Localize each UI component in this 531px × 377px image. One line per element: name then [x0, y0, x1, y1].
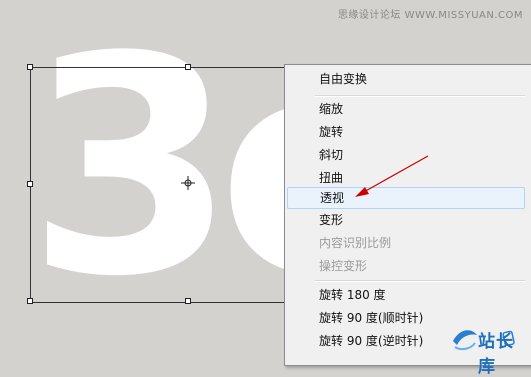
menu-item-perspective[interactable]: 透视 — [287, 187, 525, 209]
menu-item-puppet-warp: 操控变形 — [319, 259, 368, 273]
transform-handle-middle-left[interactable] — [27, 181, 33, 187]
transform-handle-top-left[interactable] — [27, 64, 33, 70]
menu-item-rotate[interactable]: 旋转 — [287, 121, 525, 143]
menu-separator — [315, 95, 525, 97]
logo-text: 站长 库 — [478, 332, 514, 377]
menu-item-rotate-180[interactable]: 旋转 180 度 — [287, 284, 525, 306]
pivot-point-icon[interactable] — [181, 176, 195, 190]
menu-item-scale[interactable]: 缩放 — [287, 98, 525, 120]
menu-item-skew[interactable]: 斜切 — [287, 144, 525, 166]
context-menu: 自由变换 缩放 旋转 斜切 扭曲 透视 变形 内容识别比例 操控变形 旋转 18… — [284, 64, 531, 366]
transform-handle-bottom-center[interactable] — [185, 298, 191, 304]
menu-item-warp[interactable]: 变形 — [287, 209, 525, 231]
watermark-text: 思缘设计论坛 WWW.MISSYUAN.COM — [337, 10, 523, 21]
menu-item-content-aware-scale: 内容识别比例 — [319, 236, 392, 250]
menu-item-free-transform[interactable]: 自由变换 — [287, 68, 525, 90]
menu-item-distort[interactable]: 扭曲 — [287, 167, 525, 189]
transform-handle-top-center[interactable] — [185, 64, 191, 70]
menu-separator — [315, 280, 525, 282]
transform-handle-bottom-left[interactable] — [27, 298, 33, 304]
